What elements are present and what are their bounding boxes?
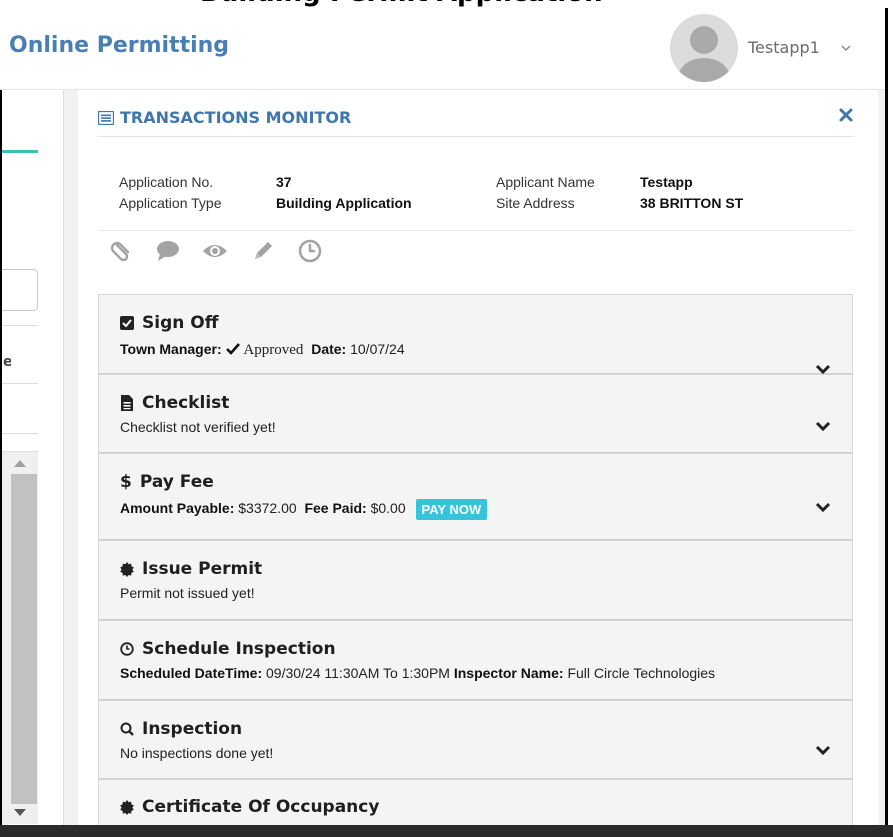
chevron-down-icon[interactable]: [815, 501, 831, 513]
info-values-right: Testapp 38 BRITTON ST: [640, 172, 743, 214]
section-title: Sign Off: [142, 313, 219, 333]
sidebar-active-indicator: [2, 150, 38, 153]
site-address-value: 38 BRITTON ST: [640, 195, 744, 211]
clock-icon[interactable]: [297, 238, 323, 264]
applicant-name-value: Testapp: [640, 174, 693, 190]
amount-payable-value: $3372.00: [238, 500, 297, 517]
info-values-left: 37 Building Application: [276, 172, 412, 214]
certificate-icon: [120, 800, 134, 815]
brand-title[interactable]: Online Permitting: [9, 33, 229, 58]
section-header: Sign Off: [120, 313, 218, 333]
scheduled-datetime: 09/30/24 11:30AM To 1:30PM: [266, 665, 450, 681]
user-menu-name[interactable]: Testapp1: [748, 38, 820, 57]
chevron-down-icon[interactable]: [840, 42, 852, 54]
section-certificate-of-occupancy[interactable]: Certificate Of Occupancy: [98, 779, 853, 829]
sidebar-divider: [2, 433, 38, 434]
checked-box-icon: [120, 316, 134, 330]
section-header: Schedule Inspection: [120, 639, 336, 659]
comment-icon[interactable]: [155, 238, 181, 264]
section-checklist[interactable]: Checklist Checklist not verified yet!: [98, 374, 853, 454]
section-header: Inspection: [120, 719, 242, 739]
schedule-detail: Scheduled DateTime: 09/30/24 11:30AM To …: [120, 665, 715, 681]
list-icon: [98, 110, 114, 125]
info-divider: [98, 230, 854, 231]
pay-fee-detail: Amount Payable: $3372.00 Fee Paid: $0.00…: [120, 499, 488, 520]
section-title: Schedule Inspection: [142, 639, 336, 659]
application-no-value: 37: [276, 174, 292, 190]
certificate-icon: [120, 562, 134, 577]
search-icon: [120, 722, 134, 736]
dollar-icon: $: [120, 472, 132, 492]
avatar[interactable]: [670, 14, 738, 82]
section-header: $ Pay Fee: [120, 472, 214, 492]
page-title-cutoff: Building Permit Application: [0, 0, 893, 10]
modal-title-text: TRANSACTIONS MONITOR: [120, 108, 352, 127]
scroll-up-arrow-icon[interactable]: [14, 460, 26, 467]
application-no-label: Application No.: [119, 174, 214, 190]
pay-now-button[interactable]: PAY NOW: [415, 499, 488, 520]
sidebar-label-partial: e: [3, 354, 11, 370]
scroll-down-arrow-icon[interactable]: [14, 809, 26, 816]
sign-off-date: 10/07/24: [350, 341, 405, 357]
eye-icon[interactable]: [202, 238, 228, 264]
page-title: Building Permit Application: [200, 0, 603, 8]
application-type-value: Building Application: [276, 195, 412, 211]
close-icon[interactable]: [837, 106, 855, 124]
pencil-icon[interactable]: [250, 238, 276, 264]
section-issue-permit[interactable]: Issue Permit Permit not issued yet!: [98, 540, 853, 621]
fee-paid-value: $0.00: [370, 500, 406, 517]
paperclip-icon[interactable]: [108, 238, 134, 264]
bottom-bar: [0, 825, 893, 837]
section-schedule-inspection[interactable]: Schedule Inspection Scheduled DateTime: …: [98, 620, 853, 701]
sidebar-input[interactable]: [2, 269, 38, 311]
inspection-status: No inspections done yet!: [120, 745, 274, 761]
info-labels-left: Application No. Application Type: [119, 172, 221, 214]
section-title: Pay Fee: [139, 472, 214, 492]
applicant-name-label: Applicant Name: [496, 174, 595, 190]
scheduled-datetime-label: Scheduled DateTime:: [120, 665, 263, 681]
info-labels-right: Applicant Name Site Address: [496, 172, 595, 214]
application-type-label: Application Type: [119, 195, 222, 211]
checklist-status: Checklist not verified yet!: [120, 419, 276, 435]
section-title: Issue Permit: [142, 559, 263, 579]
section-header: Checklist: [120, 393, 229, 413]
section-header: Certificate Of Occupancy: [120, 797, 379, 817]
section-sign-off[interactable]: Sign Off Town Manager: Approved Date: 10…: [98, 294, 853, 375]
amount-payable-label: Amount Payable:: [120, 500, 235, 517]
modal-title: TRANSACTIONS MONITOR: [98, 108, 351, 127]
inspector-name: Full Circle Technologies: [567, 665, 716, 681]
town-manager-label: Town Manager:: [120, 341, 222, 357]
document-icon: [121, 395, 133, 411]
section-pay-fee[interactable]: $ Pay Fee Amount Payable: $3372.00 Fee P…: [98, 453, 853, 541]
scrollbar-thumb[interactable]: [11, 474, 37, 804]
inspector-name-label: Inspector Name:: [453, 665, 564, 681]
modal-title-divider: [98, 136, 854, 137]
chevron-down-icon[interactable]: [815, 744, 831, 756]
sidebar-divider: [2, 383, 38, 384]
fee-paid-label: Fee Paid:: [304, 500, 367, 517]
section-title: Inspection: [142, 719, 243, 739]
section-title: Checklist: [142, 393, 230, 413]
section-title: Certificate Of Occupancy: [142, 797, 380, 817]
site-address-label: Site Address: [496, 195, 575, 211]
sidebar-scrollbar[interactable]: [2, 451, 38, 824]
section-inspection[interactable]: Inspection No inspections done yet!: [98, 700, 853, 780]
chevron-down-icon[interactable]: [815, 420, 831, 432]
sidebar-divider: [2, 325, 38, 326]
sign-off-detail: Town Manager: Approved Date: 10/07/24: [120, 341, 405, 359]
window-border-right: [885, 8, 888, 834]
approval-status: Approved: [243, 342, 304, 358]
section-header: Issue Permit: [120, 559, 262, 579]
permit-status: Permit not issued yet!: [120, 585, 255, 601]
checkmark-icon: [225, 343, 240, 355]
clock-icon: [120, 642, 134, 656]
date-label: Date:: [311, 341, 347, 357]
